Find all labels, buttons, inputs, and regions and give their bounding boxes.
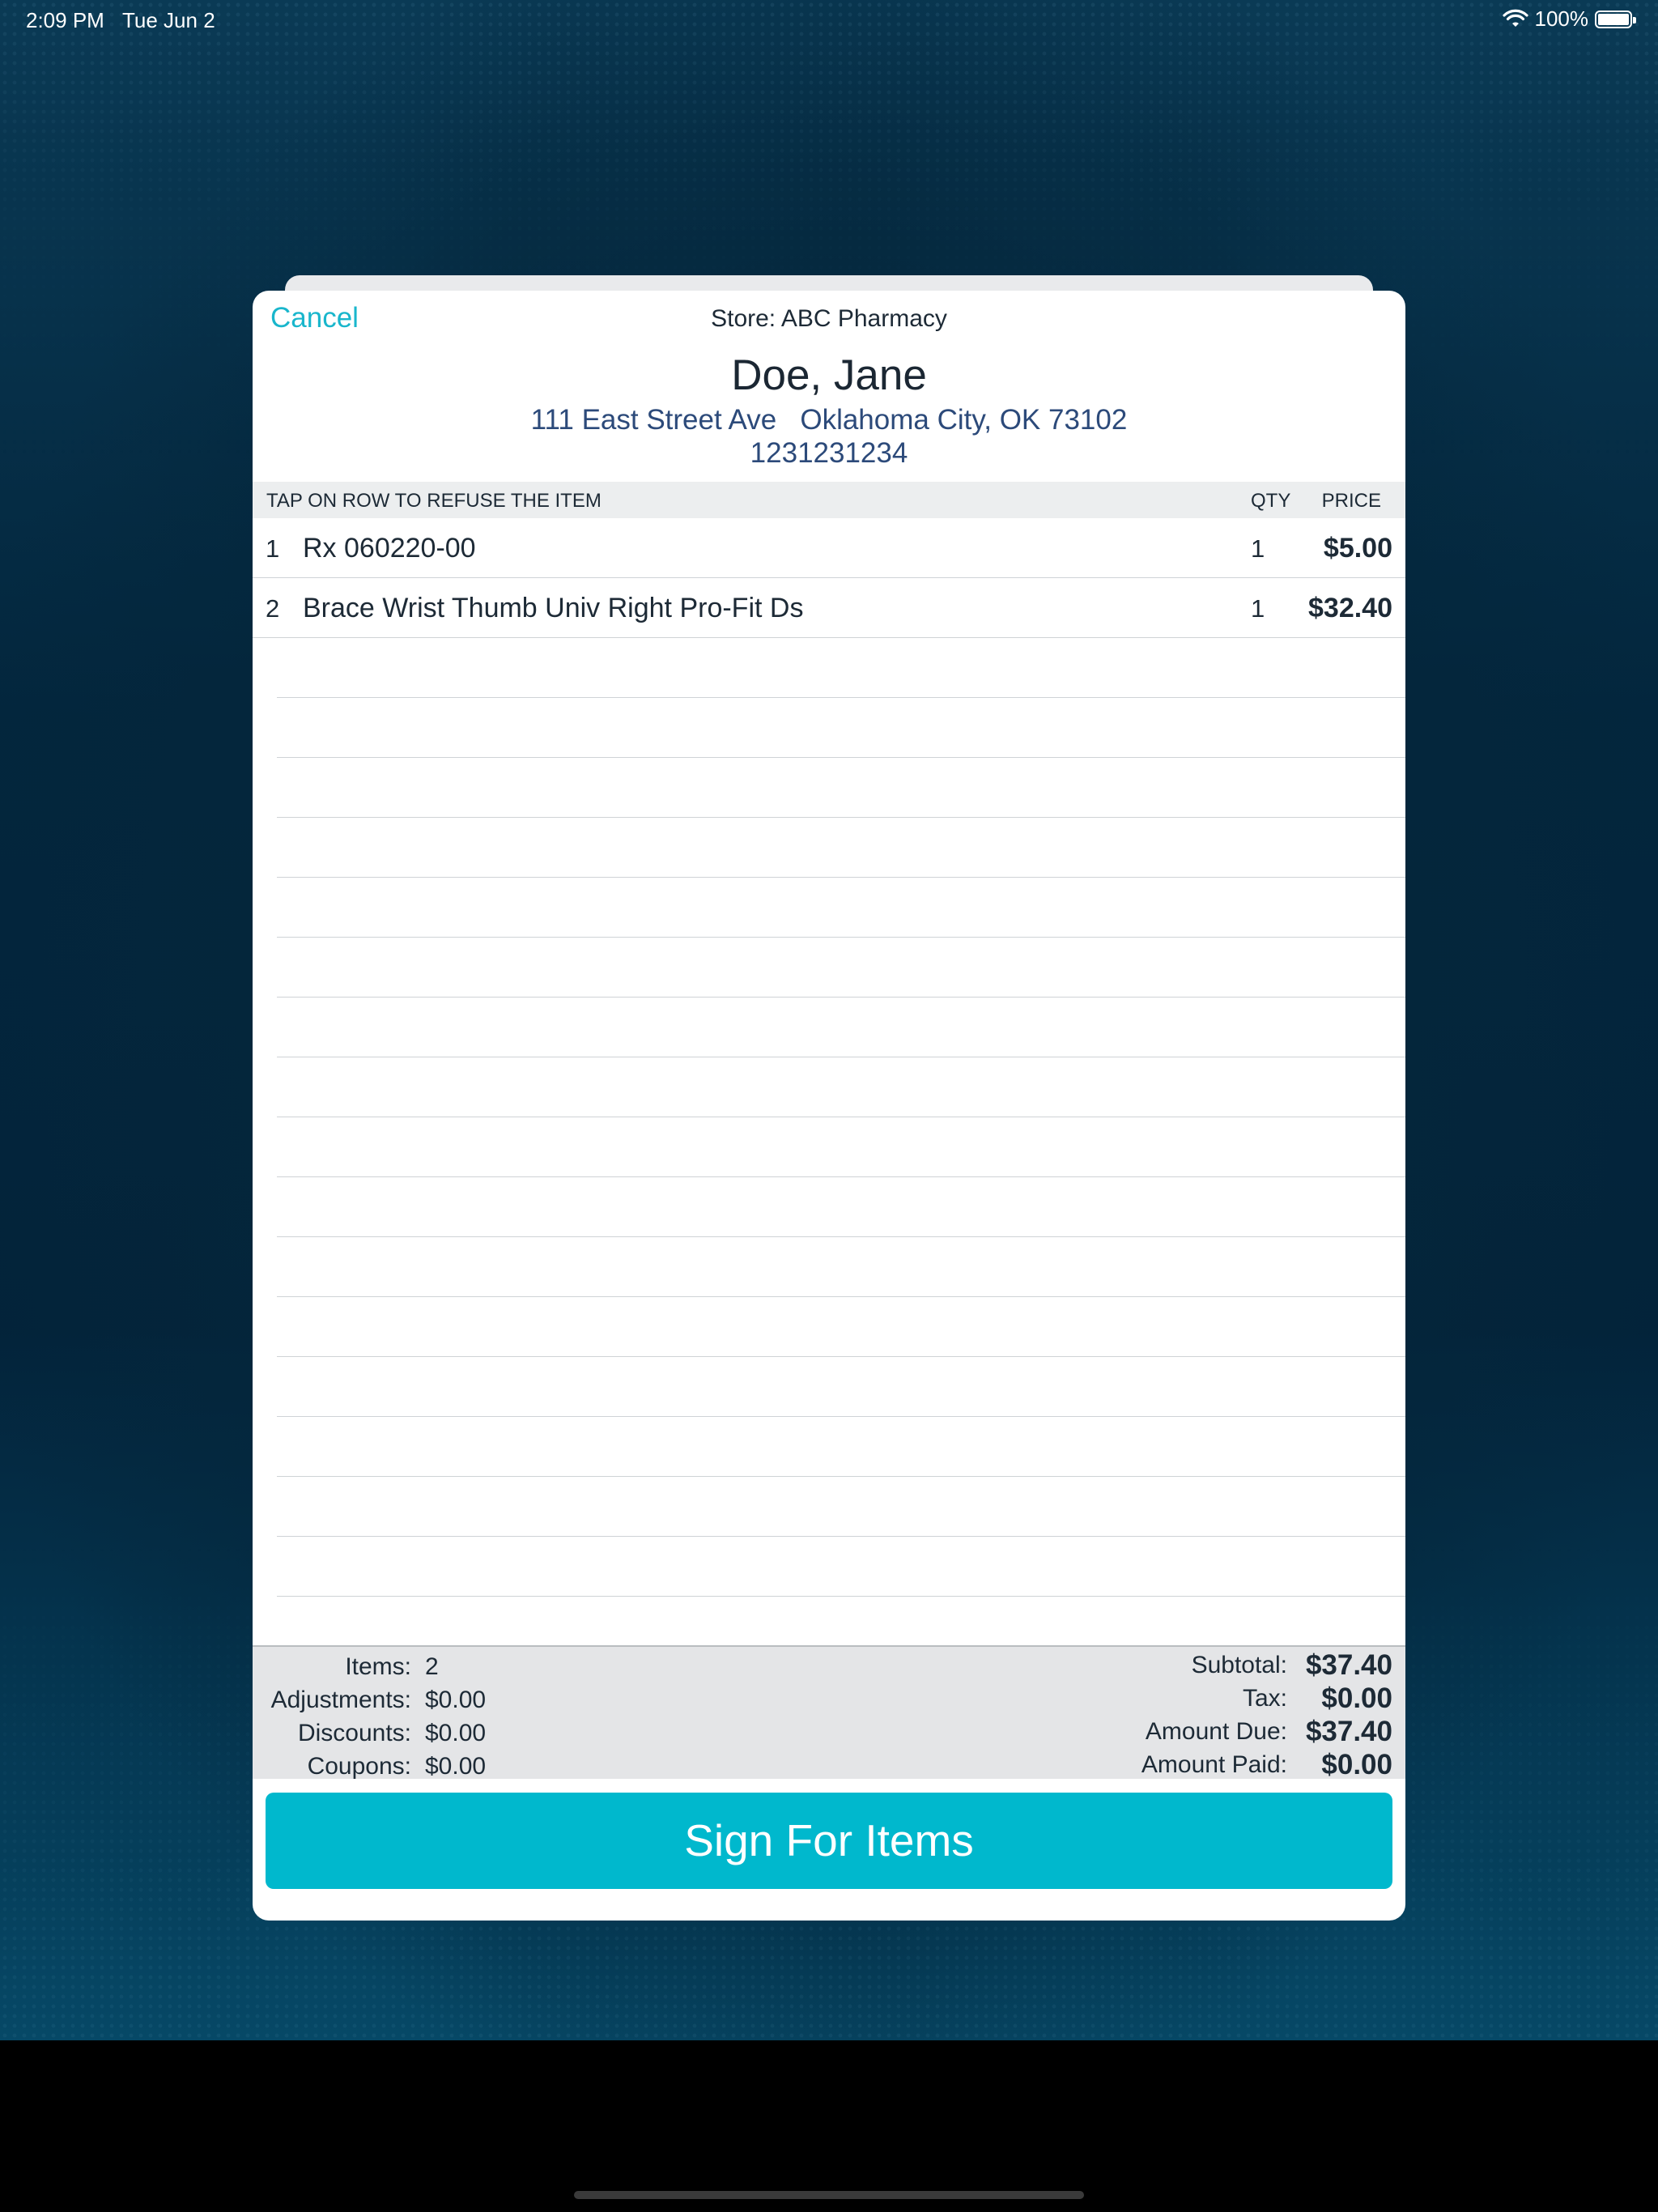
empty-row <box>277 1177 1405 1237</box>
status-date: Tue Jun 2 <box>122 8 215 32</box>
summary-label: Tax: <box>1242 1684 1287 1712</box>
empty-row <box>277 938 1405 998</box>
empty-row <box>277 1117 1405 1177</box>
empty-row <box>277 1057 1405 1117</box>
customer-address: 111 East Street Ave Oklahoma City, OK 73… <box>530 404 1128 436</box>
item-number: 2 <box>266 594 280 623</box>
table-instruction: TAP ON ROW TO REFUSE THE ITEM <box>266 490 602 512</box>
amount-paid-row: Amount Paid: $0.00 <box>1044 1748 1392 1781</box>
battery-fill <box>1598 13 1629 25</box>
summary-label: Items: <box>345 1653 411 1680</box>
items-count-row: Items: 2 <box>253 1650 486 1683</box>
customer-name: Doe, Jane <box>731 351 927 399</box>
summary-value: $0.00 <box>1321 1748 1392 1780</box>
customer-phone: 1231231234 <box>750 437 908 469</box>
signature-modal: Cancel Store: ABC Pharmacy Doe, Jane 111… <box>253 291 1405 1921</box>
summary-value: $37.40 <box>1305 1715 1392 1747</box>
empty-row <box>277 1417 1405 1477</box>
summary-value: $0.00 <box>425 1752 487 1780</box>
empty-row <box>277 878 1405 938</box>
sign-for-items-button[interactable]: Sign For Items <box>266 1793 1392 1889</box>
home-indicator[interactable] <box>574 2191 1084 2199</box>
empty-row <box>277 1237 1405 1297</box>
items-list: 1 Rx 060220-00 1 $5.00 2 Brace Wrist Thu… <box>253 518 1405 1597</box>
summary-label: Amount Paid: <box>1141 1750 1287 1778</box>
summary-value: 2 <box>425 1653 439 1680</box>
amount-due-row: Amount Due: $37.40 <box>1044 1715 1392 1748</box>
discounts-row: Discounts: $0.00 <box>253 1716 486 1750</box>
empty-row <box>277 638 1405 698</box>
summary-label: Coupons: <box>307 1752 411 1780</box>
battery-icon <box>1595 10 1636 28</box>
summary-right: Subtotal: $37.40 Tax: $0.00 Amount Due: … <box>1044 1648 1392 1781</box>
coupons-row: Coupons: $0.00 <box>253 1750 487 1783</box>
item-qty: 1 <box>1251 534 1265 563</box>
price-header: PRICE <box>1321 490 1381 512</box>
summary-value: $0.00 <box>425 1719 487 1746</box>
item-qty: 1 <box>1251 594 1265 623</box>
item-row[interactable]: 2 Brace Wrist Thumb Univ Right Pro-Fit D… <box>253 578 1405 638</box>
summary-left: Items: 2 Adjustments: $0.00 Discounts: $… <box>253 1650 487 1783</box>
summary-label: Discounts: <box>297 1719 411 1746</box>
wifi-icon <box>1502 9 1528 27</box>
table-header: TAP ON ROW TO REFUSE THE ITEM QTY PRICE <box>253 482 1405 518</box>
qty-header: QTY <box>1251 490 1291 512</box>
item-price: $5.00 <box>1323 533 1392 564</box>
empty-row <box>277 1297 1405 1357</box>
subtotal-row: Subtotal: $37.40 <box>1044 1648 1392 1682</box>
item-number: 1 <box>266 534 280 563</box>
summary-label: Subtotal: <box>1191 1651 1287 1678</box>
summary-value: $0.00 <box>425 1686 487 1713</box>
empty-row <box>277 998 1405 1057</box>
summary-value: $0.00 <box>1321 1682 1392 1714</box>
empty-row <box>277 758 1405 818</box>
summary-label: Adjustments: <box>270 1686 411 1713</box>
status-time: 2:09 PM <box>26 8 104 32</box>
background: 2:09 PM Tue Jun 2 100% Cancel Store: ABC… <box>0 0 1658 2040</box>
tax-row: Tax: $0.00 <box>1044 1682 1392 1715</box>
summary-value: $37.40 <box>1305 1648 1392 1681</box>
item-description: Rx 060220-00 <box>303 533 476 564</box>
empty-row <box>277 1537 1405 1597</box>
store-label: Store: ABC Pharmacy <box>711 305 947 332</box>
adjustments-row: Adjustments: $0.00 <box>253 1683 487 1716</box>
empty-row <box>277 698 1405 758</box>
item-row[interactable]: 1 Rx 060220-00 1 $5.00 <box>253 518 1405 578</box>
empty-row <box>277 1477 1405 1537</box>
status-right: 100% <box>1502 6 1636 32</box>
empty-row <box>277 1357 1405 1417</box>
empty-row <box>277 818 1405 878</box>
status-bar: 2:09 PM Tue Jun 2 100% <box>0 0 1658 39</box>
battery-percent: 100% <box>1534 6 1589 31</box>
item-description: Brace Wrist Thumb Univ Right Pro-Fit Ds <box>303 593 804 623</box>
item-price: $32.40 <box>1308 593 1392 623</box>
summary-label: Amount Due: <box>1145 1717 1287 1745</box>
totals-summary: Items: 2 Adjustments: $0.00 Discounts: $… <box>253 1645 1405 1781</box>
